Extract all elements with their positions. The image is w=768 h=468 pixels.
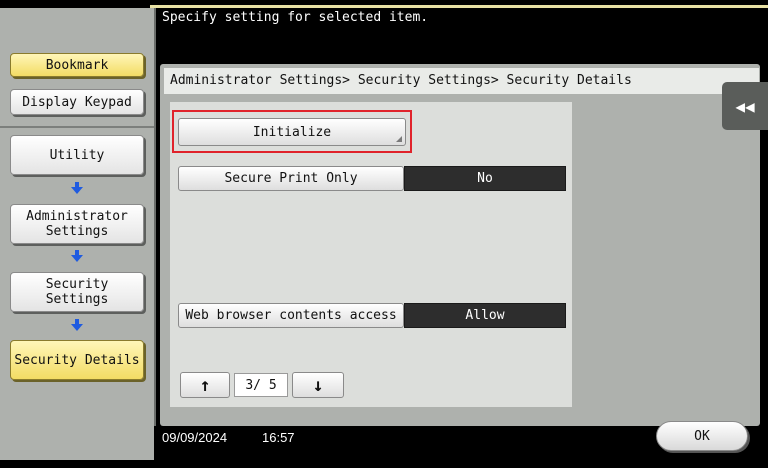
bottom-frame	[0, 460, 768, 468]
sidebar-divider	[0, 126, 154, 128]
nav-utility-button[interactable]: Utility	[10, 135, 144, 175]
nav-administrator-settings-button[interactable]: Administrator Settings	[10, 204, 144, 244]
nav-admin-label-line1: Administrator	[26, 209, 128, 224]
secure-print-only-button[interactable]: Secure Print Only	[178, 166, 404, 191]
down-arrow-icon	[71, 187, 83, 194]
down-arrow-icon: ↓	[312, 374, 324, 396]
double-left-arrow-icon: ◀◀	[735, 96, 755, 116]
initialize-label: Initialize	[252, 124, 332, 140]
page-up-button[interactable]: ↑	[180, 372, 230, 398]
ok-button[interactable]: OK	[656, 421, 748, 451]
nav-admin-label-line2: Settings	[45, 224, 109, 239]
nav-security-label-line2: Settings	[45, 292, 109, 307]
nav-security-label-line1: Security	[45, 277, 109, 292]
up-arrow-icon: ↑	[199, 374, 211, 396]
left-sidebar: Bookmark Display Keypad Utility Administ…	[0, 8, 156, 460]
breadcrumb: Administrator Settings> Security Setting…	[164, 68, 759, 94]
top-yellow-line	[150, 5, 768, 8]
bookmark-button[interactable]: Bookmark	[10, 53, 144, 77]
page-indicator: 3/ 5	[234, 373, 288, 397]
nav-utility-label: Utility	[49, 147, 105, 163]
secure-print-only-value: No	[404, 166, 566, 191]
web-browser-contents-access-button[interactable]: Web browser contents access	[178, 303, 404, 328]
nav-security-settings-button[interactable]: Security Settings	[10, 272, 144, 312]
collapse-tab-button[interactable]: ◀◀	[722, 82, 768, 130]
corner-indicator-icon	[396, 136, 402, 142]
down-arrow-icon	[71, 255, 83, 262]
nav-security-details-button[interactable]: Security Details	[10, 340, 144, 380]
date-display: 09/09/2024	[162, 430, 228, 445]
web-browser-contents-access-value: Allow	[404, 303, 566, 328]
time-display: 16:57	[262, 430, 295, 445]
display-keypad-button[interactable]: Display Keypad	[10, 89, 144, 115]
instruction-message: Specify setting for selected item.	[162, 10, 429, 25]
down-arrow-icon	[71, 324, 83, 331]
initialize-button[interactable]: Initialize	[178, 118, 406, 146]
page-down-button[interactable]: ↓	[292, 372, 344, 398]
